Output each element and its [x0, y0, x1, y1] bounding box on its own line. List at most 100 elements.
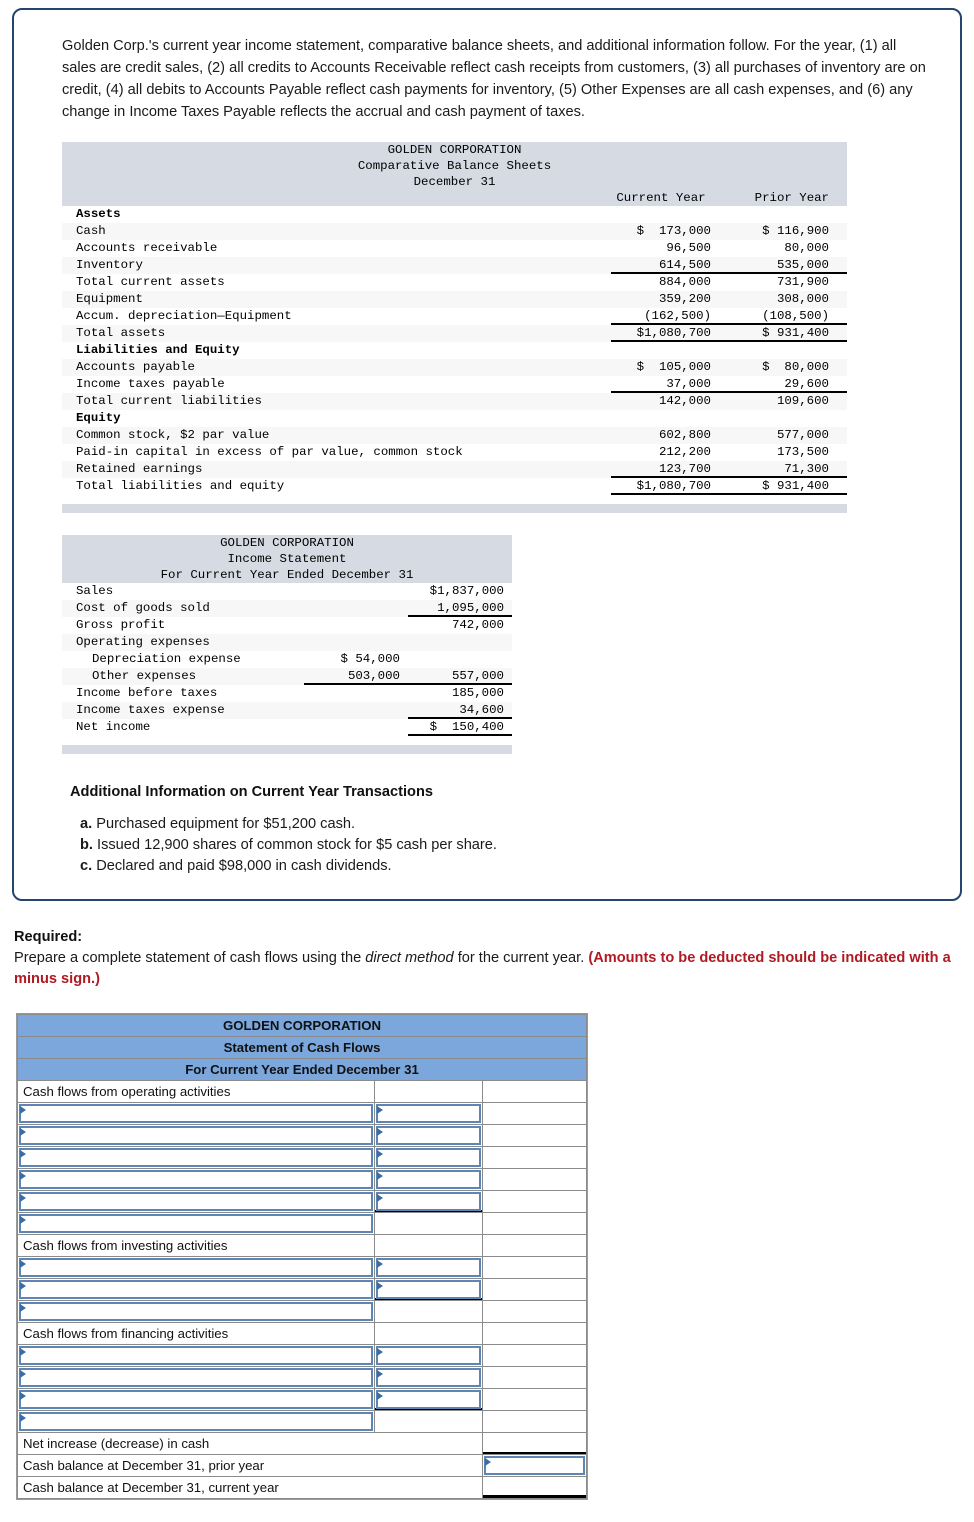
bs-row-label: Accounts receivable	[76, 241, 218, 256]
is-total-value: 185,000	[451, 686, 504, 701]
form-entry-row	[17, 1343, 588, 1367]
form-amount-input[interactable]	[373, 1277, 483, 1301]
input-box[interactable]	[375, 1169, 481, 1189]
form-amount-input[interactable]	[373, 1145, 483, 1169]
input-box[interactable]	[19, 1389, 373, 1409]
input-box[interactable]	[19, 1367, 373, 1387]
form-line-item-input[interactable]	[17, 1409, 375, 1433]
dropdown-triangle-icon[interactable]	[376, 1347, 383, 1356]
form-empty-col2	[373, 1233, 483, 1257]
input-box[interactable]	[375, 1257, 481, 1277]
input-box[interactable]	[19, 1125, 373, 1145]
form-amount-input[interactable]	[373, 1123, 483, 1147]
bs-title-row-2: Comparative Balance Sheets	[62, 157, 847, 174]
input-box[interactable]	[375, 1125, 481, 1145]
form-line-item-input[interactable]	[17, 1101, 375, 1125]
input-box[interactable]	[483, 1455, 585, 1475]
bs-column-header-row: Current Year Prior Year	[62, 189, 847, 206]
dropdown-triangle-icon[interactable]	[20, 1413, 26, 1422]
input-box[interactable]	[375, 1147, 481, 1167]
form-line-item-input[interactable]	[17, 1189, 375, 1213]
dropdown-triangle-icon[interactable]	[20, 1105, 26, 1114]
input-box[interactable]	[19, 1301, 373, 1321]
form-total-cell	[481, 1431, 588, 1455]
input-box[interactable]	[375, 1191, 481, 1211]
dropdown-triangle-icon[interactable]	[20, 1303, 26, 1312]
bs-row-label: Paid-in capital in excess of par value, …	[76, 445, 463, 460]
input-box[interactable]	[375, 1345, 481, 1365]
dropdown-triangle-icon[interactable]	[376, 1171, 383, 1180]
bs-prior-year-value	[729, 410, 847, 427]
dropdown-triangle-icon[interactable]	[376, 1391, 383, 1400]
form-line-item-input[interactable]	[17, 1299, 375, 1323]
dropdown-triangle-icon[interactable]	[20, 1193, 26, 1202]
bs-title-2: Comparative Balance Sheets	[357, 158, 552, 173]
dropdown-triangle-icon[interactable]	[484, 1457, 491, 1466]
dropdown-triangle-icon[interactable]	[20, 1215, 26, 1224]
form-line-item-input[interactable]	[17, 1255, 375, 1279]
bs-current-year-value: $1,080,700	[611, 325, 729, 342]
bs-prior-year-value: $ 931,400	[729, 478, 847, 495]
bs-current-year-value: 602,800	[658, 428, 711, 443]
input-box[interactable]	[19, 1279, 373, 1299]
is-total-value: 742,000	[451, 618, 504, 633]
form-line-item-input[interactable]	[17, 1167, 375, 1191]
dropdown-triangle-icon[interactable]	[376, 1369, 383, 1378]
dropdown-triangle-icon[interactable]	[20, 1149, 26, 1158]
input-box[interactable]	[19, 1147, 373, 1167]
form-line-item-input[interactable]	[17, 1123, 375, 1147]
form-entry-row	[17, 1189, 588, 1213]
input-box[interactable]	[19, 1257, 373, 1277]
form-line-item-input[interactable]	[17, 1211, 375, 1235]
dropdown-triangle-icon[interactable]	[376, 1105, 383, 1114]
form-amount-input[interactable]	[373, 1343, 483, 1367]
is-row-label: Net income	[76, 720, 151, 735]
form-line-item-input[interactable]	[17, 1365, 375, 1389]
form-amount-input[interactable]	[373, 1255, 483, 1279]
form-amount-input[interactable]	[373, 1387, 483, 1411]
bs-current-year-value: 96,500	[666, 241, 711, 256]
form-total-cell	[481, 1475, 588, 1499]
dropdown-triangle-icon[interactable]	[376, 1259, 383, 1268]
form-amount-input[interactable]	[373, 1365, 483, 1389]
dropdown-triangle-icon[interactable]	[20, 1347, 26, 1356]
dropdown-triangle-icon[interactable]	[20, 1259, 26, 1268]
dropdown-triangle-icon[interactable]	[20, 1369, 26, 1378]
form-amount-input[interactable]	[373, 1189, 483, 1213]
input-box[interactable]	[375, 1279, 481, 1299]
input-box[interactable]	[19, 1213, 373, 1233]
bs-prior-year-value: 173,500	[776, 445, 829, 460]
required-label: Required:	[14, 929, 83, 946]
input-box[interactable]	[19, 1103, 373, 1123]
dropdown-triangle-icon[interactable]	[20, 1281, 26, 1290]
form-entry-row	[17, 1409, 588, 1433]
form-line-item-input[interactable]	[17, 1277, 375, 1301]
dropdown-triangle-icon[interactable]	[376, 1127, 383, 1136]
input-box[interactable]	[19, 1191, 373, 1211]
input-box[interactable]	[19, 1345, 373, 1365]
input-box[interactable]	[19, 1169, 373, 1189]
dropdown-triangle-icon[interactable]	[376, 1193, 383, 1202]
form-line-item-input[interactable]	[17, 1387, 375, 1411]
dropdown-triangle-icon[interactable]	[376, 1281, 383, 1290]
form-amount-input[interactable]	[373, 1101, 483, 1125]
bs-prior-year-value: (108,500)	[729, 308, 847, 325]
input-box[interactable]	[375, 1367, 481, 1387]
bs-row: Retained earnings 123,700 71,300	[62, 460, 847, 478]
additional-info-item: c. Declared and paid $98,000 in cash div…	[80, 856, 930, 877]
form-total-input[interactable]	[481, 1453, 588, 1477]
form-empty-col3	[481, 1123, 588, 1147]
input-box[interactable]	[19, 1411, 373, 1431]
bs-current-year-value	[611, 410, 729, 427]
dropdown-triangle-icon[interactable]	[20, 1127, 26, 1136]
input-box[interactable]	[375, 1389, 481, 1409]
dropdown-triangle-icon[interactable]	[376, 1149, 383, 1158]
problem-card: Golden Corp.'s current year income state…	[12, 8, 962, 902]
is-row: Sales $1,837,000	[62, 583, 512, 600]
dropdown-triangle-icon[interactable]	[20, 1391, 26, 1400]
form-line-item-input[interactable]	[17, 1343, 375, 1367]
form-line-item-input[interactable]	[17, 1145, 375, 1169]
input-box[interactable]	[375, 1103, 481, 1123]
dropdown-triangle-icon[interactable]	[20, 1171, 26, 1180]
form-amount-input[interactable]	[373, 1167, 483, 1191]
